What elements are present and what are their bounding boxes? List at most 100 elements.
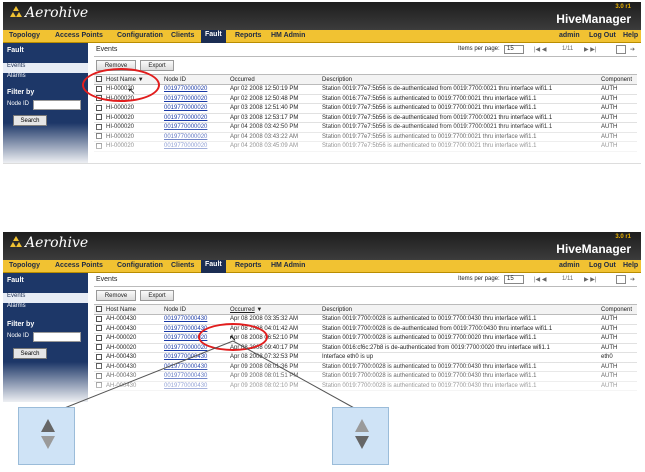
table-row[interactable]: HI-000020 0019770000020 Apr 03 2008 12:51:… <box>94 103 637 114</box>
export-button[interactable]: Export <box>140 60 174 71</box>
nav-topology[interactable]: Topology <box>9 32 40 39</box>
events-panel: Events Items per page: 15 |◀ ◀ 1/11 ▶ ▶|… <box>88 43 641 163</box>
sidebar-item-events[interactable]: Events <box>3 63 88 73</box>
table-row[interactable]: AH-000430 0019770000430 Apr 08 2008 04:01:… <box>94 324 637 334</box>
table-row[interactable]: AH-000430 0019770000430 Apr 09 2008 08:02:… <box>94 381 637 391</box>
go-icon[interactable]: ➔ <box>630 276 635 283</box>
col-node-id[interactable]: Node ID <box>162 74 228 85</box>
help-link[interactable]: Help <box>623 262 638 269</box>
row-checkbox[interactable] <box>96 382 102 389</box>
nav-clients[interactable]: Clients <box>171 262 194 269</box>
nav-access-points[interactable]: Access Points <box>55 32 103 39</box>
col-component[interactable]: Component <box>599 304 637 315</box>
nav-configuration[interactable]: Configuration <box>117 262 163 269</box>
cell-description: Station 0016:cf6c:27b8 is de-authenticat… <box>320 343 599 353</box>
node-id-link[interactable]: 0019770000430 <box>164 354 207 360</box>
node-id-link[interactable]: 0019770000430 <box>164 373 207 379</box>
logo-text: Aerohive <box>25 5 89 21</box>
table-row[interactable]: AH-000430 0019770000430 Apr 09 2008 08:01:… <box>94 362 637 372</box>
node-id-link[interactable]: 0019770000020 <box>164 115 207 121</box>
col-description[interactable]: Description <box>320 74 599 85</box>
cell-description: Station 0019:7700:0028 is authenticated … <box>320 333 599 344</box>
table-row[interactable]: HI-000020 0019770000020 Apr 04 2008 03:42:… <box>94 122 637 133</box>
mouse-cursor-icon: ↖ <box>229 333 237 343</box>
table-row[interactable]: HI-000020 0019770000020 Apr 02 2008 12:50:… <box>94 84 637 95</box>
nav-reports[interactable]: Reports <box>235 262 261 269</box>
row-checkbox[interactable] <box>96 325 102 332</box>
search-button[interactable]: Search <box>13 115 47 126</box>
go-to-page-input[interactable] <box>616 45 626 54</box>
nav-fault[interactable]: Fault <box>201 260 226 273</box>
col-occurred[interactable]: Occurred <box>228 74 320 85</box>
table-row[interactable]: AH-000430 0019770000430 Apr 09 2008 08:01:… <box>94 371 637 382</box>
node-id-link[interactable]: 0019770000020 <box>164 143 207 149</box>
node-id-link[interactable]: 0019770000020 <box>164 134 207 140</box>
pager-next-last[interactable]: ▶ ▶| <box>584 46 596 53</box>
nav-hm-admin[interactable]: HM Admin <box>271 262 305 269</box>
help-link[interactable]: Help <box>623 32 638 39</box>
export-button[interactable]: Export <box>140 290 174 301</box>
go-icon[interactable]: ➔ <box>630 46 635 53</box>
node-id-link[interactable]: 0019770000430 <box>164 364 207 370</box>
row-checkbox[interactable] <box>96 334 102 341</box>
go-to-page-input[interactable] <box>616 275 626 284</box>
sidebar-item-alarms[interactable]: Alarms <box>3 303 88 313</box>
items-per-page-select[interactable]: 15 <box>504 275 524 284</box>
row-checkbox[interactable] <box>96 123 102 130</box>
nav-clients[interactable]: Clients <box>171 32 194 39</box>
node-id-input[interactable] <box>33 100 81 110</box>
highlight-host-name-header <box>82 68 160 102</box>
version: 3.0 r1 <box>615 4 631 10</box>
nav-configuration[interactable]: Configuration <box>117 32 163 39</box>
select-all-checkbox[interactable] <box>96 306 102 312</box>
table-row[interactable]: HI-000020 0019770000020 Apr 04 2008 03:43:… <box>94 132 637 142</box>
row-checkbox[interactable] <box>96 133 102 140</box>
cell-component: AUTH <box>599 343 637 353</box>
logout-link[interactable]: Log Out <box>589 262 616 269</box>
cell-component: AUTH <box>599 103 637 114</box>
node-id-link[interactable]: 0019770000020 <box>164 96 207 102</box>
remove-button[interactable]: Remove <box>96 290 136 301</box>
col-description[interactable]: Description <box>320 304 599 315</box>
row-checkbox[interactable] <box>96 142 102 149</box>
node-id-link[interactable]: 0019770000020 <box>164 345 207 351</box>
pager-first-prev[interactable]: |◀ ◀ <box>534 46 546 53</box>
items-per-page-select[interactable]: 15 <box>504 45 524 54</box>
nav-topology[interactable]: Topology <box>9 262 40 269</box>
row-checkbox[interactable] <box>96 114 102 121</box>
node-id-link[interactable]: 0019770000020 <box>164 86 207 92</box>
node-id-input[interactable] <box>33 332 81 342</box>
nav-reports[interactable]: Reports <box>235 32 261 39</box>
col-occurred[interactable]: Occurred ▼ <box>228 304 320 315</box>
sidebar-item-events[interactable]: Events <box>3 293 88 303</box>
row-checkbox[interactable] <box>96 344 102 351</box>
col-node-id[interactable]: Node ID <box>162 304 228 315</box>
cell-description: Station 0019:7700:0028 is authenticated … <box>320 381 599 391</box>
row-checkbox[interactable] <box>96 372 102 379</box>
table-row[interactable]: HI-000020 0019770000020 Apr 04 2008 03:45:… <box>94 141 637 152</box>
logout-link[interactable]: Log Out <box>589 32 616 39</box>
search-button[interactable]: Search <box>13 348 47 359</box>
node-id-link[interactable]: 0019770000430 <box>164 316 207 322</box>
nav-fault[interactable]: Fault <box>201 30 226 43</box>
table-row[interactable]: AH-000430 0019770000430 Apr 08 2008 03:35:… <box>94 314 637 325</box>
col-component[interactable]: Component <box>599 74 637 85</box>
table-row[interactable]: HI-000020 0019770000020 Apr 02 2008 12:50:… <box>94 94 637 104</box>
row-checkbox[interactable] <box>96 363 102 370</box>
row-checkbox[interactable] <box>96 104 102 111</box>
table-row[interactable]: AH-000430 0019770000430 Apr 08 2008 07:32:… <box>94 352 637 363</box>
table-row[interactable]: HI-000020 0019770000020 Apr 03 2008 12:53:… <box>94 113 637 123</box>
pager-next-last[interactable]: ▶ ▶| <box>584 276 596 283</box>
node-id-link[interactable]: 0019770000430 <box>164 383 207 389</box>
table-row[interactable]: AH-000020 0019770000020 Apr 08 2008 09:40:… <box>94 343 637 353</box>
table-row[interactable]: AH-000020 0019770000020 Apr 08 2008 06:52:… <box>94 333 637 344</box>
node-id-link[interactable]: 0019770000020 <box>164 124 207 130</box>
nav-access-points[interactable]: Access Points <box>55 262 103 269</box>
col-host-name[interactable]: Host Name <box>104 304 162 315</box>
row-checkbox[interactable] <box>96 353 102 360</box>
row-checkbox[interactable] <box>96 315 102 322</box>
node-id-link[interactable]: 0019770000020 <box>164 105 207 111</box>
sidebar-item-alarms[interactable]: Alarms <box>3 73 88 83</box>
nav-hm-admin[interactable]: HM Admin <box>271 32 305 39</box>
pager-first-prev[interactable]: |◀ ◀ <box>534 276 546 283</box>
